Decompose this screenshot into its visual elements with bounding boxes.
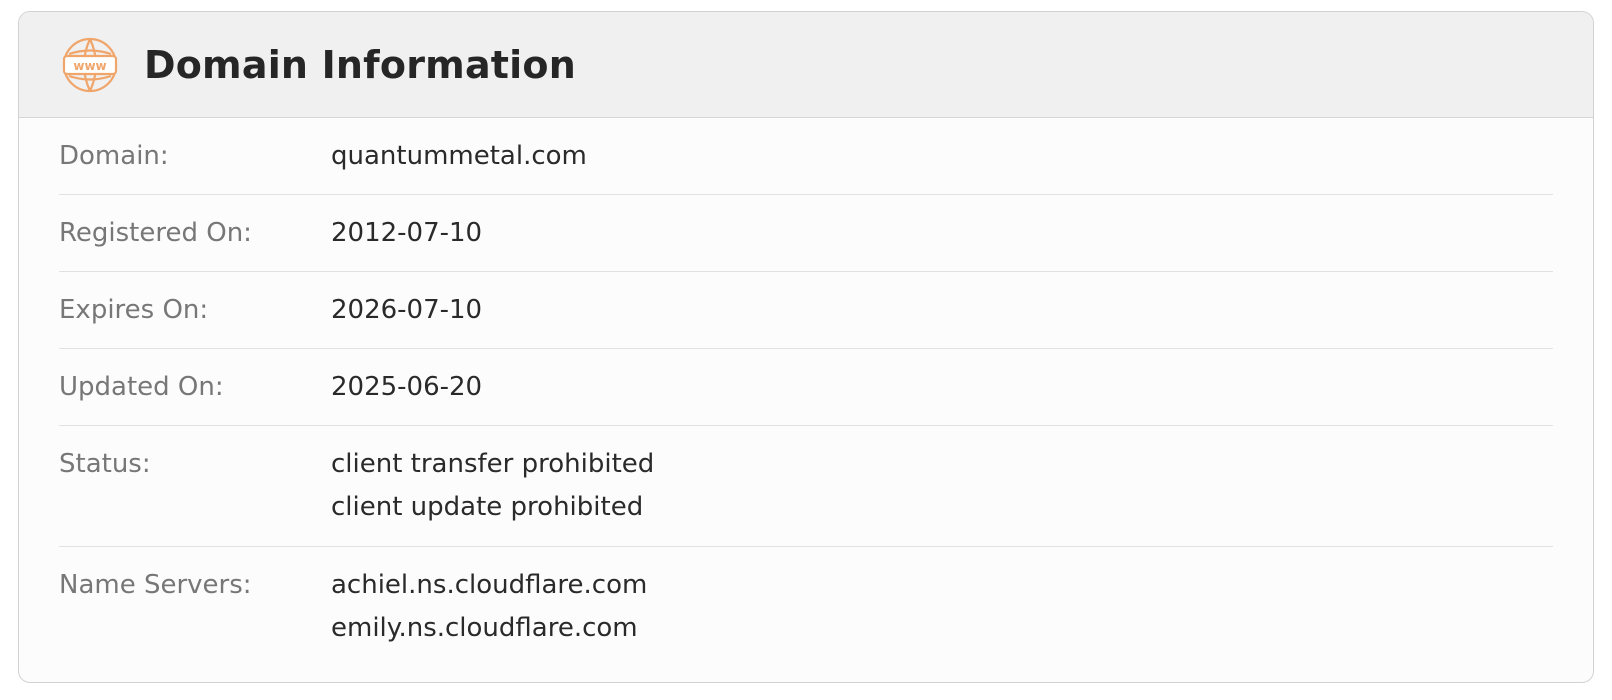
row-label: Status: — [59, 449, 151, 479]
panel-header: www Domain Information — [19, 12, 1593, 118]
row-value: quantummetal.com — [331, 135, 1553, 194]
domain-details-list: Domain: quantummetal.com Registered On: … — [19, 118, 1593, 671]
www-globe-icon: www — [62, 37, 118, 92]
row-updated-on: Updated On: 2025-06-20 — [59, 349, 1553, 426]
status-value: client transfer prohibited — [331, 449, 655, 479]
row-label: Expires On: — [59, 295, 209, 325]
row-label: Updated On: — [59, 372, 224, 402]
row-domain: Domain: quantummetal.com — [59, 118, 1553, 195]
row-status: Status: client transfer prohibited clien… — [59, 426, 1553, 547]
registered-date: 2012-07-10 — [331, 218, 483, 248]
row-label: Domain: — [59, 141, 169, 171]
row-value: 2026-07-10 — [331, 289, 1553, 348]
svg-text:www: www — [73, 59, 106, 73]
row-expires-on: Expires On: 2026-07-10 — [59, 272, 1553, 349]
domain-information-panel: www Domain Information Domain: quantumme… — [18, 11, 1594, 683]
row-label: Registered On: — [59, 218, 252, 248]
panel-title: Domain Information — [144, 42, 576, 87]
row-registered-on: Registered On: 2012-07-10 — [59, 195, 1553, 272]
row-name-servers: Name Servers: achiel.ns.cloudflare.com e… — [59, 547, 1553, 671]
status-value: client update prohibited — [331, 492, 644, 522]
row-value: achiel.ns.cloudflare.com emily.ns.cloudf… — [331, 564, 1553, 671]
row-value: client transfer prohibited client update… — [331, 443, 1553, 546]
updated-date: 2025-06-20 — [331, 372, 483, 402]
expires-date: 2026-07-10 — [331, 295, 483, 325]
name-server-value: achiel.ns.cloudflare.com — [331, 570, 648, 600]
domain-value: quantummetal.com — [331, 141, 587, 171]
row-label: Name Servers: — [59, 570, 252, 600]
row-value: 2012-07-10 — [331, 212, 1553, 271]
row-value: 2025-06-20 — [331, 366, 1553, 425]
name-server-value: emily.ns.cloudflare.com — [331, 613, 638, 643]
